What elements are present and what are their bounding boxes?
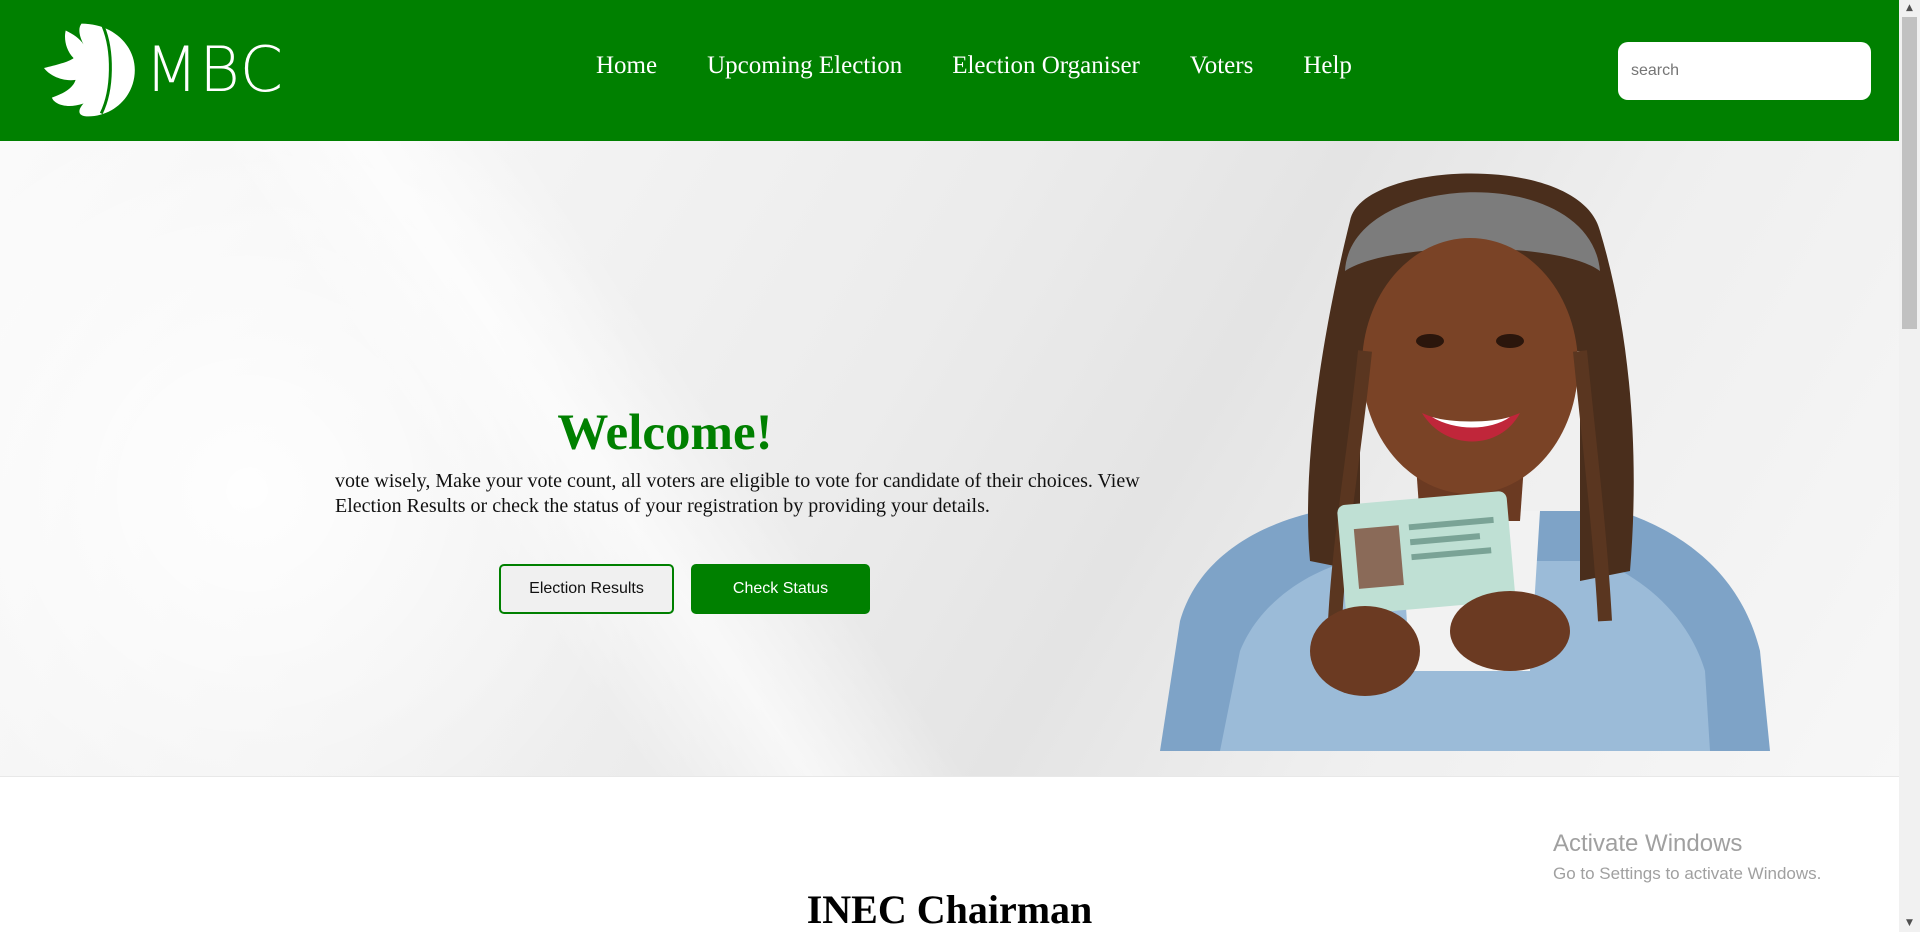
voter-photo: [1160, 173, 1770, 751]
election-results-button[interactable]: Election Results: [499, 564, 674, 614]
site-header: MBC Home Upcoming Election Election Orga…: [0, 0, 1899, 141]
leaf-logo-icon: [44, 23, 135, 117]
logo-text: MBC: [144, 33, 284, 106]
site-logo[interactable]: MBC: [44, 20, 284, 120]
scroll-thumb[interactable]: [1902, 17, 1917, 329]
section-title: INEC Chairman: [806, 887, 1093, 932]
watermark-subtitle: Go to Settings to activate Windows.: [1553, 864, 1822, 883]
nav-home[interactable]: Home: [596, 52, 657, 80]
search-input[interactable]: [1618, 42, 1871, 100]
welcome-text: vote wisely, Make your vote count, all v…: [335, 470, 1140, 517]
main-nav: Home Upcoming Election Election Organise…: [596, 52, 1352, 80]
nav-help[interactable]: Help: [1303, 52, 1352, 80]
welcome-block: Welcome!: [335, 405, 1195, 461]
page: MBC Home Upcoming Election Election Orga…: [0, 0, 1899, 932]
vertical-scrollbar[interactable]: ▲ ▼: [1899, 0, 1920, 932]
welcome-title: Welcome!: [557, 405, 773, 461]
hero-banner: Welcome! vote wisely, Make your vote cou…: [0, 141, 1899, 777]
scroll-down-arrow-icon[interactable]: ▼: [1899, 915, 1920, 932]
watermark-title: Activate Windows: [1553, 830, 1743, 857]
nav-election-organiser[interactable]: Election Organiser: [952, 52, 1140, 80]
check-status-button[interactable]: Check Status: [691, 564, 870, 614]
windows-activation-watermark: Activate Windows Go to Settings to activ…: [1553, 830, 1821, 884]
scroll-up-arrow-icon[interactable]: ▲: [1899, 0, 1920, 17]
nav-voters[interactable]: Voters: [1190, 52, 1253, 80]
nav-upcoming-election[interactable]: Upcoming Election: [707, 52, 902, 80]
